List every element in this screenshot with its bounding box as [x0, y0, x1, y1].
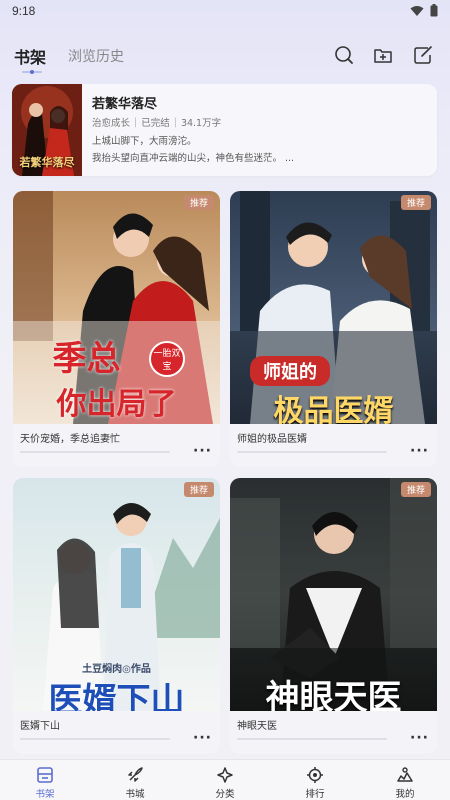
status-bar: 9:18: [0, 0, 450, 22]
more-options-button[interactable]: ···: [193, 730, 212, 746]
book-cover-tag: 一胎双宝: [149, 341, 185, 377]
book-title: 医婿下山: [20, 721, 60, 732]
recommend-badge: 推荐: [400, 482, 431, 497]
tab-history[interactable]: 浏览历史: [68, 46, 124, 66]
bookshelf-icon: [37, 767, 53, 783]
reading-progress-bar: [237, 451, 387, 453]
more-options-button[interactable]: ···: [410, 730, 429, 746]
book-cover-title: 神眼天医: [265, 678, 402, 711]
status-time: 9:18: [12, 4, 36, 18]
nav-label: 我的: [395, 789, 415, 800]
edit-icon[interactable]: [412, 44, 434, 66]
nav-item-ranking[interactable]: 排行: [270, 760, 360, 800]
recent-book-title: 若繁华落尽: [92, 97, 158, 112]
ranking-icon: [307, 767, 323, 783]
more-options-button[interactable]: ···: [410, 443, 429, 459]
recent-book-tag: 治愈成长: [92, 118, 131, 129]
more-options-button[interactable]: ···: [193, 443, 212, 459]
book-card[interactable]: 季总 一胎双宝 你出局了 推荐 天价宠婚，季总追妻忙 ···: [13, 191, 220, 467]
book-cover: 土豆焖肉◎作品 医婿下山: [13, 478, 220, 711]
status-icons: [410, 4, 438, 17]
search-icon[interactable]: [333, 44, 355, 66]
bottom-nav: 书架 书城 分类 排行 我的: [0, 759, 450, 800]
recent-book-cover: 若繁华落尽: [12, 84, 82, 176]
book-cover-title: 医婿下山: [48, 681, 185, 711]
book-cover-title: 师姐的: [250, 356, 330, 386]
battery-icon: [430, 4, 438, 17]
book-title: 神眼天医: [237, 721, 277, 732]
tab-bookshelf[interactable]: 书架: [14, 44, 46, 68]
book-cover: 师姐的 极品医婿: [230, 191, 437, 424]
add-folder-icon[interactable]: [372, 44, 394, 66]
reading-progress-bar: [237, 738, 387, 740]
nav-label: 书城: [125, 789, 145, 800]
recent-book-status: 已完结: [141, 118, 170, 129]
wifi-icon: [410, 5, 424, 16]
book-cover-subtitle: 极品医婿: [273, 394, 394, 424]
nav-item-bookshelf[interactable]: 书架: [0, 760, 90, 800]
recommend-badge: 推荐: [183, 195, 214, 210]
recent-book-meta: 治愈成长 | 已完结 | 34.1万字: [92, 116, 222, 130]
book-cover: 季总 一胎双宝 你出局了: [13, 191, 220, 424]
nav-item-profile[interactable]: 我的: [360, 760, 450, 800]
reading-progress-bar: [20, 451, 170, 453]
nav-item-bookstore[interactable]: 书城: [90, 760, 180, 800]
category-icon: [217, 767, 233, 783]
book-title: 师姐的极品医婿: [237, 434, 307, 445]
nav-label: 排行: [305, 789, 325, 800]
book-title: 天价宠婚，季总追妻忙: [20, 434, 120, 445]
profile-icon: [397, 767, 413, 782]
book-card[interactable]: 师姐的 极品医婿 推荐 师姐的极品医婿 ···: [230, 191, 437, 467]
recent-book-words: 34.1万字: [180, 118, 222, 129]
tab-indicator: [22, 70, 42, 74]
recommend-badge: 推荐: [400, 195, 431, 210]
book-cover-subtitle: 你出局了: [56, 387, 177, 422]
book-card[interactable]: 神眼天医 推荐 神眼天医 ···: [230, 478, 437, 754]
nav-label: 书架: [35, 789, 55, 800]
reading-progress-bar: [20, 738, 170, 740]
recent-book-card[interactable]: 若繁华落尽 若繁华落尽 治愈成长 | 已完结 | 34.1万字 上城山脚下，大雨…: [12, 84, 437, 176]
book-card[interactable]: 土豆焖肉◎作品 医婿下山 推荐 医婿下山 ···: [13, 478, 220, 754]
recent-book-excerpt-line1: 上城山脚下，大雨滂沱。: [92, 136, 197, 147]
recent-book-excerpt-line2: 我抬头望向直冲云端的山尖，神色有些迷茫。 ...: [92, 153, 295, 164]
rocket-icon: [128, 767, 143, 782]
recent-cover-title: 若繁华落尽: [19, 156, 75, 169]
book-cover: 神眼天医: [230, 478, 437, 711]
recommend-badge: 推荐: [183, 482, 214, 497]
nav-label: 分类: [215, 789, 235, 800]
app-header: 书架 浏览历史: [0, 38, 450, 78]
nav-item-category[interactable]: 分类: [180, 760, 270, 800]
